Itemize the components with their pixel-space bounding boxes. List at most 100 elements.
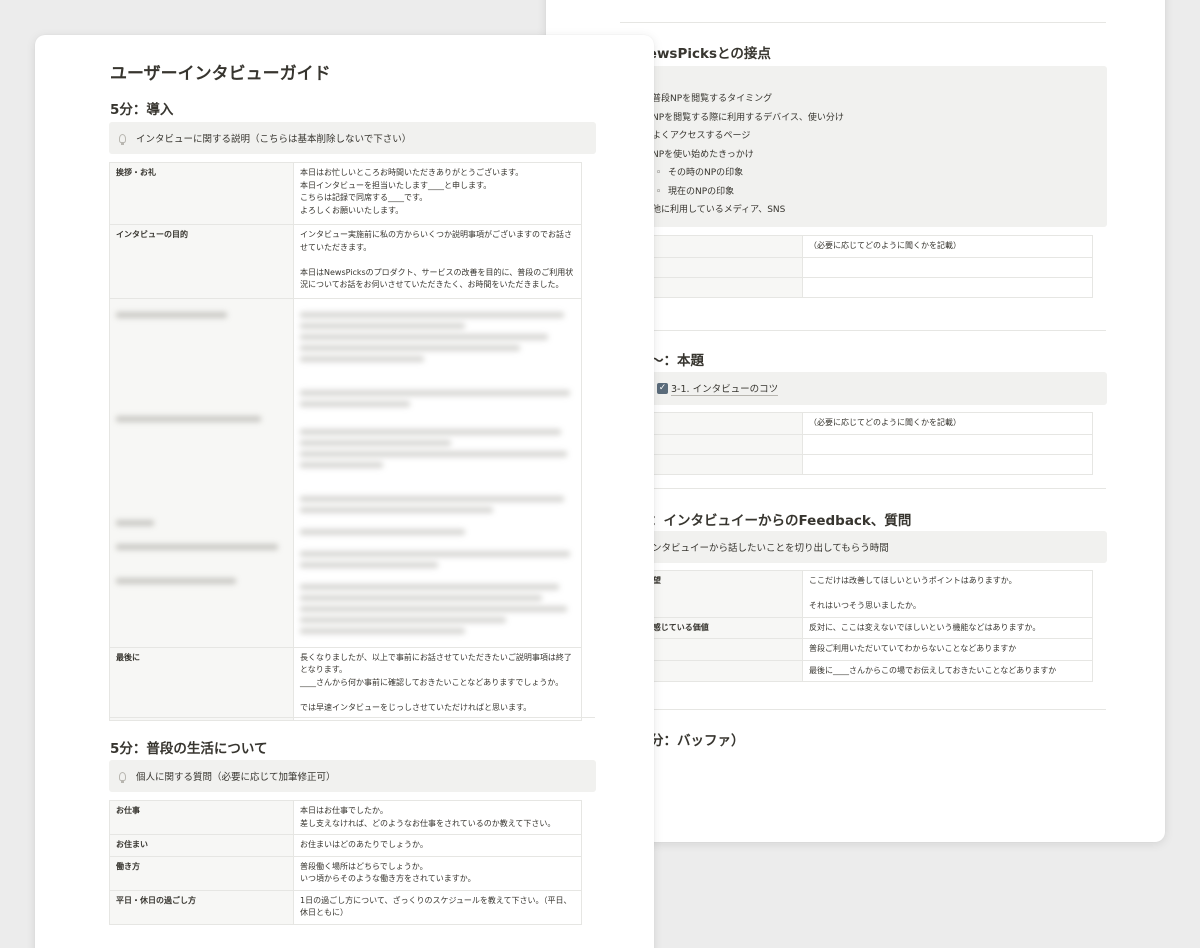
cell-line: 普段働く場所はどちらでしょうか。 <box>300 861 428 871</box>
table-cell <box>802 453 1093 475</box>
section-heading-intro: 5分：導入 <box>110 102 174 118</box>
callout-text: 個人に関する質問（必要に応じて加筆修正可） <box>136 772 336 783</box>
table-value-cell: 本日はお忙しいところお時間いただきありがとうございます。 本日インタビューを担当… <box>293 162 582 225</box>
table-row: 質問 普段ご利用いただいていてわからないことなどありますか <box>606 638 1093 661</box>
life-table: お仕事 本日はお仕事でしたか。 差し支えなければ、どのようなお仕事をされているの… <box>109 800 582 925</box>
table-row <box>606 453 1093 475</box>
cell-line: 差し支えなければ、どのようなお仕事をされているのか教えて下さい。 <box>300 818 556 828</box>
callout-feedback: ンタビュイーから話したいことを切り出してもらう時間 <box>620 531 1107 563</box>
bullet-item: NPを閲覧する際に利用するデバイス、使い分け <box>638 109 1107 128</box>
table-key-cell: 挨拶・お礼 <box>109 162 294 225</box>
sub-bullet-item: 現在のNPの印象 <box>638 183 1107 202</box>
divider <box>620 709 1106 710</box>
table-key-cell: お仕事 <box>109 800 294 835</box>
table-key-cell: インタビューの目的 <box>109 224 294 299</box>
sub-bullet-item: その時のNPの印象 <box>638 164 1107 183</box>
blurred-content <box>116 311 287 584</box>
cell-line: インタビュー実施前に私の方からいくつか説明事項がございますのでお話させていただき… <box>300 230 572 252</box>
bullet-item: よくアクセスするページ <box>638 127 1107 146</box>
cell-blank-line <box>809 588 1086 601</box>
table-row: 最後に____さんからこの場でお伝えしておきたいことなどありますか <box>606 659 1093 682</box>
table-cell <box>802 276 1093 298</box>
table-row <box>606 433 1093 455</box>
lightbulb-icon <box>119 771 126 783</box>
cell-blank-line <box>300 689 575 702</box>
cell-line: ____さんから何か事前に確認しておきたいことなどありますでしょうか。 <box>300 677 564 687</box>
table-row <box>606 276 1093 298</box>
table-value-cell: 最後に____さんからこの場でお伝えしておきたいことなどありますか <box>802 659 1093 682</box>
table-row: する改善要望 ここだけは改善してほしいというポイントはありますか。 それはいつそ… <box>606 570 1093 618</box>
table-header-cell: （必要に応じてどのように聞くかを記載） <box>802 235 1093 258</box>
document-title: ユーザーインタビューガイド <box>110 64 331 84</box>
cell-line: 本日はお忙しいところお時間いただきありがとうございます。 <box>300 168 524 177</box>
table-row: たい項目） （必要に応じてどのように聞くかを記載） <box>606 412 1093 435</box>
section-heading-main: 〜：本題 <box>650 353 704 369</box>
table-value-cell: ここだけは改善してほしいというポイントはありますか。 それはいつそう思いましたか… <box>802 570 1093 618</box>
table-value-cell: 長くなりましたが、以上で事前にお話させていただきたいご説明事項は終了となります。… <box>293 646 582 721</box>
table-value-cell: 1日の過ごし方について、ざっくりのスケジュールを教えて下さい。（平日、休日ともに… <box>293 889 582 925</box>
bullet-list: 普段NPを閲覧するタイミング NPを閲覧する際に利用するデバイス、使い分け よく… <box>638 90 1107 220</box>
table-row: 能に対して感じている価値 反対に、ここは変えないでほしいという機能などはあります… <box>606 616 1093 639</box>
callout-intro: インタビューに関する説明（こちらは基本削除しないで下さい） <box>109 122 596 154</box>
front-document-page: ユーザーインタビューガイド 5分：導入 インタビューに関する説明（こちらは基本削… <box>35 35 654 948</box>
feedback-table: する改善要望 ここだけは改善してほしいというポイントはありますか。 それはいつそ… <box>606 570 1093 682</box>
cell-line: ここだけは改善してほしいというポイントはありますか。 <box>809 576 1017 585</box>
redacted-value-cell <box>293 297 582 648</box>
callout-main: 考： ✓ 3-1. インタビューのコツ <box>620 372 1107 405</box>
table-row <box>606 256 1093 278</box>
table-header-cell: （必要に応じてどのように聞くかを記載） <box>802 412 1093 435</box>
table-value-cell: インタビュー実施前に私の方からいくつか説明事項がございますのでお話させていただき… <box>293 224 582 299</box>
intro-table: 挨拶・お礼 本日はお忙しいところお時間いただきありがとうございます。 本日インタ… <box>109 162 582 721</box>
cell-line: 本日はNewsPicksのプロダクト、サービスの改善を目的に、普段のご利用状況に… <box>300 267 574 290</box>
bullet-item: NPを使い始めたきっかけ <box>638 146 1107 165</box>
divider <box>620 330 1106 331</box>
table-row: インタビューの目的 インタビュー実施前に私の方からいくつか説明事項がございますの… <box>109 224 582 299</box>
callout-label: 考： <box>638 75 1107 88</box>
cell-line: いつ頃からそのような働き方をされていますか。 <box>300 874 476 883</box>
np-question-table: たい項目） （必要に応じてどのように聞くかを記載） <box>606 235 1093 298</box>
cell-line: 本日インタビューを担当いたします____と申します。 <box>300 180 492 190</box>
table-row: お住まい お住まいはどのあたりでしょうか。 <box>109 834 582 857</box>
table-value-cell: お住まいはどのあたりでしょうか。 <box>293 834 582 857</box>
table-row: 平日・休日の過ごし方 1日の過ごし方について、ざっくりのスケジュールを教えて下さ… <box>109 889 582 925</box>
cell-line: よろしくお願いいたします。 <box>300 205 404 215</box>
blurred-content <box>300 311 575 634</box>
cell-line: 長くなりましたが、以上で事前にお話させていただきたいご説明事項は終了となります。 <box>300 652 572 675</box>
table-key-cell: お住まい <box>109 834 294 857</box>
table-value-cell: 本日はお仕事でしたか。 差し支えなければ、どのようなお仕事をされているのか教えて… <box>293 800 582 835</box>
checkbox-icon: ✓ <box>657 383 669 394</box>
callout-newspicks: 考： 普段NPを閲覧するタイミング NPを閲覧する際に利用するデバイス、使い分け… <box>620 66 1107 227</box>
redacted-key-cell <box>109 297 294 648</box>
cell-blank-line <box>300 254 575 267</box>
table-row-redacted <box>109 297 582 648</box>
cell-line: こちらは記録で同席する____です。 <box>300 193 428 202</box>
divider <box>620 22 1106 23</box>
lightbulb-icon <box>119 133 126 145</box>
tips-page-link[interactable]: 3-1. インタビューのコツ <box>671 381 779 396</box>
section-heading-feedback: ：インタビュイーからのFeedback、質問 <box>650 513 912 529</box>
divider <box>109 717 595 718</box>
table-row: 挨拶・お礼 本日はお忙しいところお時間いただきありがとうございます。 本日インタ… <box>109 162 582 225</box>
cell-line: それはいつそう思いましたか。 <box>809 601 921 610</box>
table-value-cell: 反対に、ここは変えないでほしいという機能などはありますか。 <box>802 616 1093 639</box>
table-row: お仕事 本日はお仕事でしたか。 差し支えなければ、どのようなお仕事をされているの… <box>109 800 582 835</box>
section-heading-life: 5分：普段の生活について <box>110 741 268 757</box>
table-row: たい項目） （必要に応じてどのように聞くかを記載） <box>606 235 1093 258</box>
table-row: 働き方 普段働く場所はどちらでしょうか。 いつ頃からそのような働き方をされていま… <box>109 855 582 891</box>
table-key-cell: 平日・休日の過ごし方 <box>109 889 294 925</box>
bullet-item: 普段NPを閲覧するタイミング <box>638 90 1107 109</box>
table-value-cell: 普段ご利用いただいていてわからないことなどありますか <box>802 638 1093 661</box>
main-question-table: たい項目） （必要に応じてどのように聞くかを記載） <box>606 412 1093 475</box>
section-heading-buffer: 分：バッファ） <box>650 733 745 749</box>
table-key-cell: 最後に <box>109 646 294 721</box>
table-key-cell: 働き方 <box>109 855 294 891</box>
divider <box>620 488 1106 489</box>
cell-line: 本日はお仕事でしたか。 <box>300 806 388 815</box>
table-row: 最後に 長くなりましたが、以上で事前にお話させていただきたいご説明事項は終了とな… <box>109 646 582 721</box>
bullet-item: 他に利用しているメディア、SNS <box>638 201 1107 220</box>
table-cell <box>802 433 1093 455</box>
callout-life: 個人に関する質問（必要に応じて加筆修正可） <box>109 760 596 792</box>
cell-line: では早速インタビューをじっしさせていただければと思います。 <box>300 702 532 712</box>
callout-text: インタビューに関する説明（こちらは基本削除しないで下さい） <box>136 134 412 145</box>
table-value-cell: 普段働く場所はどちらでしょうか。 いつ頃からそのような働き方をされていますか。 <box>293 855 582 891</box>
